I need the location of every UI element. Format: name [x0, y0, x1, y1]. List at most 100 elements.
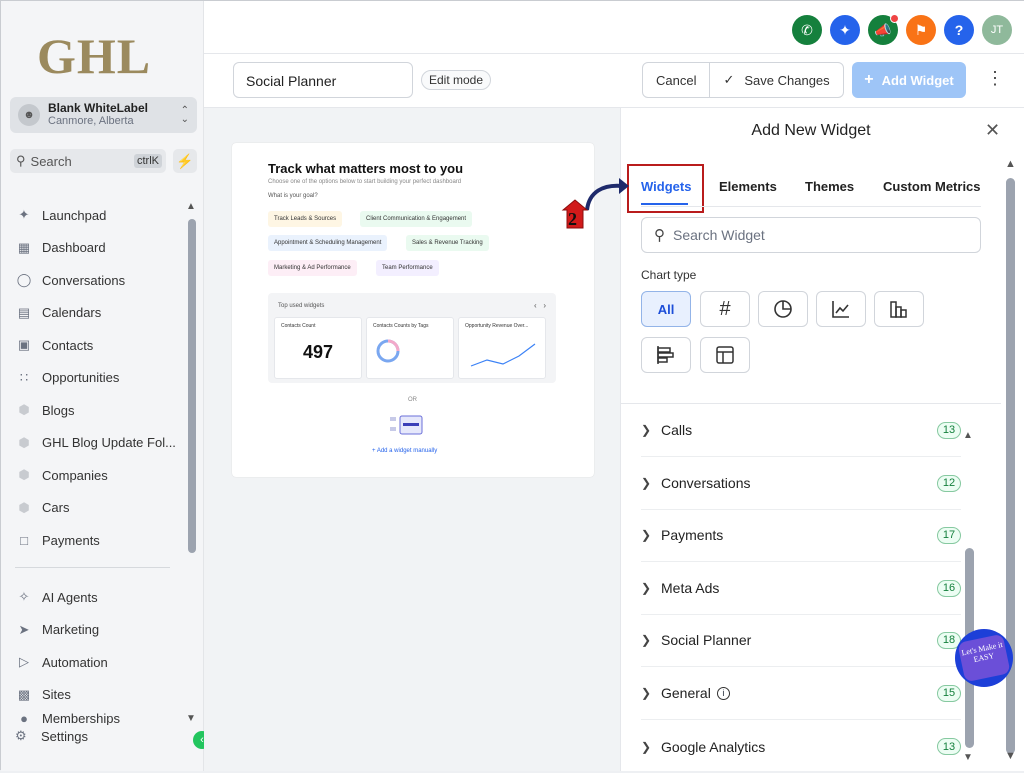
sidebar-item-cars[interactable]: ⬢ Cars: [15, 492, 185, 525]
chart-type-line-icon[interactable]: [816, 291, 866, 327]
megaphone-icon[interactable]: 📣: [868, 14, 899, 45]
sidebar-item-calendars[interactable]: ▤ Calendars: [15, 297, 185, 330]
category-row-payments[interactable]: ❯ Payments 17: [641, 509, 961, 562]
sidebar-item-ai-agents[interactable]: ✧ AI Agents: [15, 581, 185, 614]
dashboard-canvas: Track what matters most to you Choose on…: [204, 108, 620, 771]
account-name: Blank WhiteLabel: [48, 101, 149, 115]
sidebar-item-label: GHL Blog Update Fol...: [42, 435, 176, 451]
chart-type-table-icon[interactable]: [700, 337, 750, 373]
panel-scroll-down-icon[interactable]: ▼: [1005, 750, 1016, 762]
sidebar-item-label: Contacts: [42, 337, 94, 353]
add-widget-manually-link[interactable]: + Add a widget manually: [372, 448, 437, 454]
cancel-button[interactable]: Cancel: [643, 63, 709, 97]
action-button-group: Cancel ✓ Save Changes: [642, 62, 844, 98]
category-label: Payments: [661, 527, 724, 543]
account-switcher[interactable]: ☻ Blank WhiteLabel Canmore, Alberta ⌃ ⌄: [10, 97, 197, 133]
sidebar-item-marketing[interactable]: ➤ Marketing: [15, 614, 185, 647]
notification-dot: [890, 14, 899, 23]
chart-type-horizontal-bar-icon[interactable]: [641, 337, 691, 373]
sidebar-item-companies[interactable]: ⬢ Companies: [15, 459, 185, 492]
category-count-badge: 12: [937, 474, 961, 492]
account-avatar-icon: ☻: [18, 104, 40, 126]
opportunities-icon: ∷: [19, 369, 29, 385]
save-changes-button[interactable]: ✓ Save Changes: [709, 63, 842, 97]
tab-custom-metrics[interactable]: Custom Metrics: [883, 179, 981, 194]
search-icon: ⚲: [16, 153, 26, 168]
help-icon[interactable]: ?: [944, 15, 974, 45]
sidebar-item-dashboard[interactable]: ▦ Dashboard: [15, 232, 185, 265]
sidebar-scroll-up-icon[interactable]: ▲: [186, 201, 196, 212]
mini-widget-tags[interactable]: Contacts Counts by Tags: [366, 317, 454, 379]
goal-chip[interactable]: Track Leads & Sources: [268, 211, 343, 227]
preview-title: Track what matters most to you: [268, 161, 464, 176]
info-icon[interactable]: i: [716, 686, 730, 700]
sidebar-item-sites[interactable]: ▩ Sites: [15, 679, 185, 712]
tab-widgets[interactable]: Widgets: [641, 179, 691, 194]
sidebar-search-label: Search: [30, 153, 72, 169]
cube-icon: ⬢: [18, 467, 30, 483]
tab-themes[interactable]: Themes: [805, 179, 854, 194]
chart-type-pie-icon[interactable]: [758, 291, 808, 327]
user-avatar[interactable]: JT: [982, 15, 1012, 45]
sidebar-search[interactable]: ⚲ Search ctrlK: [10, 149, 166, 173]
category-row-social-planner[interactable]: ❯ Social Planner 18: [641, 614, 961, 667]
sidebar-item-payments[interactable]: □ Payments: [15, 524, 185, 557]
category-row-calls[interactable]: ❯ Calls 13: [641, 404, 961, 457]
sidebar-nav: ✦ Launchpad ▦ Dashboard ◯ Conversations ▤ Ca…: [15, 199, 185, 557]
tab-elements[interactable]: Elements: [719, 179, 777, 194]
quick-actions-bolt-icon[interactable]: ⚡: [173, 149, 197, 173]
step-number: 2: [568, 209, 577, 229]
panel-scroll-up-icon[interactable]: ▲: [1005, 158, 1016, 170]
goal-chip[interactable]: Team Performance: [376, 260, 439, 276]
list-scroll-down-icon[interactable]: ▼: [963, 752, 973, 763]
sidebar-item-label: Calendars: [42, 305, 102, 321]
phone-icon[interactable]: ✆: [792, 15, 822, 45]
sidebar-divider: [15, 567, 170, 568]
close-icon[interactable]: ✕: [985, 120, 1000, 141]
watermark-text: Let's Make it EASY: [957, 633, 1011, 683]
dashboard-name-input[interactable]: Social Planner: [233, 62, 413, 98]
mini-widget-contacts-count[interactable]: Contacts Count 497: [274, 317, 362, 379]
goal-chip[interactable]: Appointment & Scheduling Management: [268, 235, 388, 251]
watermark-logo: Let's Make it EASY: [955, 629, 1013, 687]
carousel-arrows-icon[interactable]: ‹ ›: [534, 301, 546, 310]
sidebar-item-contacts[interactable]: ▣ Contacts: [15, 329, 185, 362]
mini-widget-title: Contacts Count: [281, 323, 316, 329]
top-bar: ✆ ✦ 📣 ⚑ ? JT: [204, 1, 1024, 54]
goal-chip[interactable]: Client Communication & Engagement: [360, 211, 473, 227]
chat-icon: ◯: [16, 272, 32, 288]
sidebar-scroll-down-icon[interactable]: ▼: [186, 713, 196, 724]
preview-subtitle: Choose one of the options below to start…: [268, 179, 462, 185]
sidebar-item-blogs[interactable]: ⬢ Blogs: [15, 394, 185, 427]
category-label: Meta Ads: [661, 580, 720, 596]
sidebar-item-opportunities[interactable]: ∷ Opportunities: [15, 362, 185, 395]
goal-chip[interactable]: Marketing & Ad Performance: [268, 260, 357, 276]
sidebar-item-label: Cars: [42, 500, 70, 516]
category-label: Calls: [661, 422, 693, 438]
bell-icon[interactable]: ⚑: [906, 15, 936, 45]
chevron-updown-icon: ⌃ ⌄: [180, 105, 189, 125]
sidebar-item-automation[interactable]: ▷ Automation: [15, 646, 185, 679]
sidebar-item-settings[interactable]: ⚙ Settings: [15, 728, 88, 744]
sidebar-item-ghl-blog-update[interactable]: ⬢ GHL Blog Update Fol...: [15, 427, 185, 460]
search-widget-input[interactable]: ⚲ Search Widget: [641, 217, 981, 253]
mini-widget-opportunity-revenue[interactable]: Opportunity Revenue Over...: [458, 317, 546, 379]
more-options-icon[interactable]: ⋮: [986, 69, 1004, 87]
category-row-general[interactable]: ❯ General i 15: [641, 667, 961, 720]
sidebar-item-conversations[interactable]: ◯ Conversations: [15, 264, 185, 297]
category-row-google-analytics[interactable]: ❯ Google Analytics 13: [641, 720, 961, 773]
add-widget-button[interactable]: + Add Widget: [852, 62, 966, 98]
category-row-meta-ads[interactable]: ❯ Meta Ads 16: [641, 562, 961, 615]
chart-type-bar-icon[interactable]: [874, 291, 924, 327]
sidebar-scrollbar[interactable]: [188, 219, 196, 553]
magic-wand-icon[interactable]: ✦: [830, 15, 860, 45]
goal-chip[interactable]: Sales & Revenue Tracking: [406, 235, 489, 251]
gear-icon: ⚙: [15, 728, 27, 743]
chart-type-number-icon[interactable]: #: [700, 291, 750, 327]
list-scroll-up-icon[interactable]: ▲: [963, 430, 973, 441]
category-count-badge: 17: [937, 526, 961, 544]
sidebar-item-launchpad[interactable]: ✦ Launchpad: [15, 199, 185, 232]
category-row-conversations[interactable]: ❯ Conversations 12: [641, 457, 961, 510]
chart-type-all-button[interactable]: All: [641, 291, 691, 327]
sidebar-item-memberships[interactable]: ● Memberships: [15, 711, 185, 725]
